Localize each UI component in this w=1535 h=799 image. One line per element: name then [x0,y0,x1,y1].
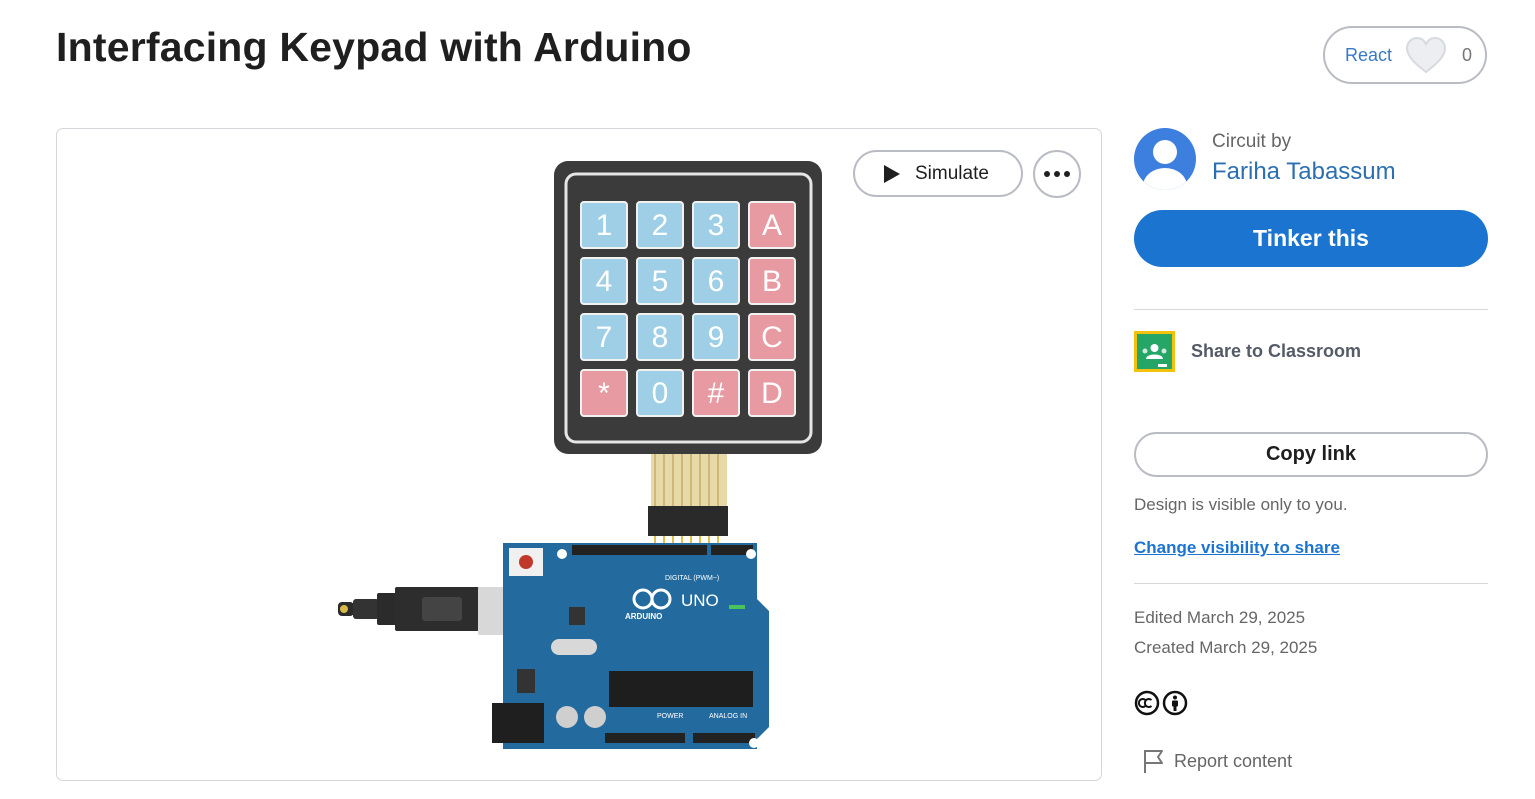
creative-commons-icon [1134,690,1160,716]
keypad-key-label: 5 [652,265,669,298]
tinker-this-button[interactable]: Tinker this [1134,210,1488,267]
react-count: 0 [1462,44,1473,65]
divider [1134,583,1488,584]
heart-icon [1404,35,1448,75]
keypad-key-label: B [762,265,782,298]
keypad-key[interactable]: D [748,369,796,417]
keypad-key[interactable]: 9 [692,313,740,361]
share-classroom-button[interactable]: Share to Classroom [1134,331,1361,372]
flag-icon [1144,750,1163,773]
keypad-key[interactable]: A [748,201,796,249]
copy-link-button[interactable]: Copy link [1134,432,1488,477]
keypad-key-label: 6 [708,265,725,298]
keypad-key[interactable]: 5 [636,257,684,305]
board-label: UNO [681,591,719,610]
keypad-key-label: 1 [596,209,613,242]
keypad-key-label: D [761,377,783,410]
play-icon [883,164,901,184]
keypad-key-label: 3 [708,209,725,242]
keypad-key-label: * [598,377,610,410]
arduino-board: UNO ARDUINO DIGITAL (PWM~) POWER ANALOG … [492,543,769,749]
author-name-link[interactable]: Fariha Tabassum [1212,158,1396,186]
analog-label: ANALOG IN [709,713,747,720]
keypad-key[interactable]: 8 [636,313,684,361]
keypad-key[interactable]: B [748,257,796,305]
keypad-key-label: C [761,321,783,354]
visibility-note: Design is visible only to you. [1134,495,1348,514]
keypad-key[interactable]: 6 [692,257,740,305]
keypad-key[interactable]: # [692,369,740,417]
simulate-button[interactable]: Simulate [853,150,1023,197]
keypad-key[interactable]: * [580,369,628,417]
circuit-by-label: Circuit by [1212,131,1292,152]
more-options-button[interactable] [1033,150,1081,198]
report-content-button[interactable]: Report content [1142,748,1292,774]
keypad-key-label: 0 [652,377,669,410]
attribution-icon [1162,690,1188,716]
keypad-key-label: 2 [652,209,669,242]
digital-label: DIGITAL (PWM~) [665,575,719,582]
license-badges[interactable] [1134,690,1188,716]
keypad-key[interactable]: 1 [580,201,628,249]
created-date: Created March 29, 2025 [1134,638,1318,657]
keypad-key-label: 7 [596,321,613,354]
keypad-key[interactable]: 2 [636,201,684,249]
keypad-key-label: # [708,377,725,410]
keypad-key[interactable]: 4 [580,257,628,305]
keypad: 1 2 3 A 4 5 6 B 7 8 9 C * 0 # D [554,161,822,454]
avatar[interactable] [1134,128,1196,190]
author-row: Circuit by Fariha Tabassum [1134,128,1396,190]
report-content-label: Report content [1174,750,1293,771]
simulate-label: Simulate [915,162,989,184]
share-classroom-label: Share to Classroom [1191,341,1362,361]
keypad-key[interactable]: 0 [636,369,684,417]
change-visibility-link[interactable]: Change visibility to share [1134,538,1340,558]
keypad-key-label: 9 [708,321,725,354]
board-brand: ARDUINO [625,612,662,621]
power-label: POWER [657,713,683,720]
circuit-diagram: 1 2 3 A 4 5 6 B 7 8 9 C * 0 # D UNO ARDUINO… [338,161,822,749]
circuit-canvas[interactable]: 1 2 3 A 4 5 6 B 7 8 9 C * 0 # D UNO ARDU… [56,128,1102,781]
divider [1134,309,1488,310]
keypad-key-label: 4 [596,265,613,298]
ribbon-cable [648,451,728,553]
keypad-key[interactable]: 3 [692,201,740,249]
google-classroom-icon [1134,331,1175,372]
keypad-key[interactable]: 7 [580,313,628,361]
keypad-key-label: A [762,209,782,242]
page-title: Interfacing Keypad with Arduino [56,24,692,70]
react-label: React [1345,44,1393,65]
edited-date: Edited March 29, 2025 [1134,608,1306,627]
user-icon [1143,140,1187,190]
ellipsis-icon [1044,171,1070,177]
react-button[interactable]: React 0 [1323,26,1487,84]
keypad-key-label: 8 [652,321,669,354]
keypad-key[interactable]: C [748,313,796,361]
